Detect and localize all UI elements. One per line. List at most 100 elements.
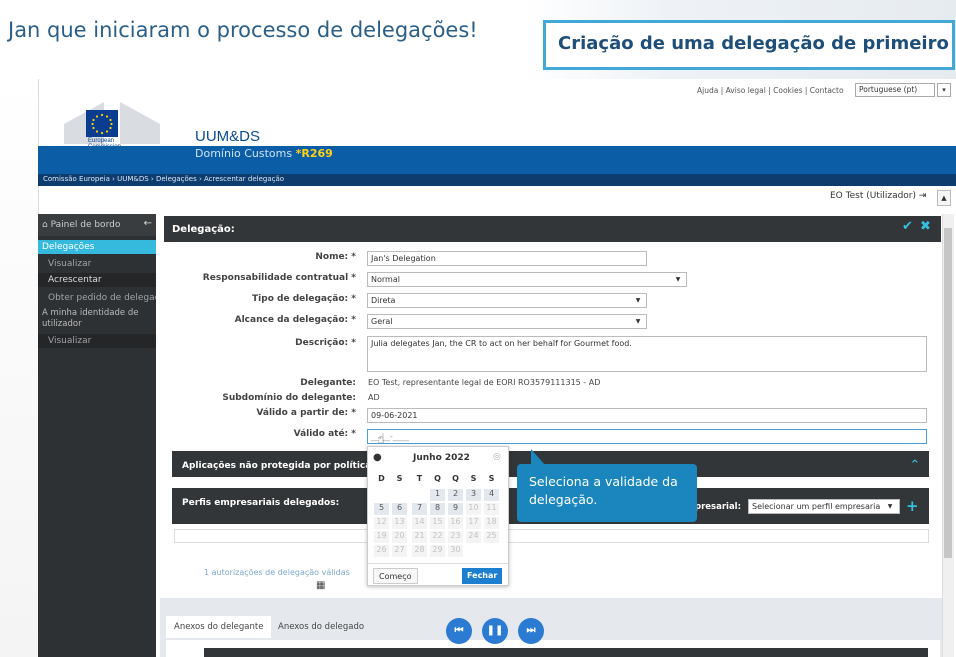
responsabilidade-dropdown-icon[interactable]: ▼: [671, 273, 685, 286]
domain-code: *R269: [295, 147, 333, 160]
calendar-day[interactable]: 23: [448, 531, 463, 543]
sidebar-item-delegacoes[interactable]: Delegações: [38, 240, 156, 254]
app-name: UUM&DS: [195, 128, 261, 145]
calendar-day[interactable]: 26: [374, 545, 389, 557]
tipo-dropdown-icon[interactable]: ▼: [631, 294, 645, 307]
slide-title-left: Jan que iniciaram o processo de delegaçõ…: [8, 18, 478, 42]
calendar-next-icon[interactable]: ◎: [493, 452, 501, 462]
language-select[interactable]: Portuguese (pt): [855, 83, 935, 97]
panel-title: Delegação:: [164, 216, 941, 242]
tipo-select[interactable]: Direta: [367, 293, 647, 308]
calendar-day[interactable]: 24: [466, 531, 481, 543]
calendar-day[interactable]: 5: [374, 503, 389, 515]
media-previous-button[interactable]: ⏮: [446, 618, 472, 644]
valido-de-label: Válido a partir de: *: [256, 408, 356, 418]
calendar-start-button[interactable]: Começo: [373, 568, 418, 584]
calendar-day[interactable]: 10: [466, 503, 481, 515]
user-name: EO Test (Utilizador): [830, 191, 917, 201]
valido-ate-label: Válido até: *: [293, 429, 356, 439]
calendar-day[interactable]: 25: [484, 531, 499, 543]
slide-title-right: Criação de uma delegação de primeiro nív…: [543, 20, 955, 70]
calendar-day[interactable]: 19: [374, 531, 389, 543]
calendar-prev-icon[interactable]: ●: [373, 452, 382, 463]
calendar-day[interactable]: 7: [412, 503, 427, 515]
confirm-icon[interactable]: ✔: [902, 219, 913, 234]
calendar-day[interactable]: 18: [484, 517, 499, 529]
tooltip-pointer: [531, 449, 545, 465]
perfil-empresarial-select[interactable]: Selecionar um perfil empresaria: [748, 499, 900, 514]
tab-anexos-delegante[interactable]: Anexos do delegante: [166, 616, 272, 638]
calendar-day[interactable]: 8: [430, 503, 445, 515]
calendar-weekday: Q: [434, 474, 441, 483]
back-arrow-icon[interactable]: ←: [144, 218, 152, 229]
sidebar-item-visualizar-identidade[interactable]: Visualizar: [38, 334, 156, 348]
language-dropdown-icon[interactable]: ▾: [937, 83, 951, 97]
calculator-icon[interactable]: ▦: [316, 580, 325, 591]
calendar-day[interactable]: 21: [412, 531, 427, 543]
perfis-title: Perfis empresariais delegados:: [182, 498, 340, 508]
media-next-button[interactable]: ⏭: [518, 618, 544, 644]
calendar-close-button[interactable]: Fechar: [462, 568, 503, 584]
calendar-day[interactable]: 4: [484, 489, 499, 501]
calendar-day[interactable]: 2: [448, 489, 463, 501]
sidebar-item-identidade[interactable]: A minha identidade de utilizador: [38, 307, 156, 333]
calendar-day[interactable]: 29: [430, 545, 445, 557]
home-icon: ⌂: [42, 220, 48, 230]
subdominio-value: AD: [368, 393, 380, 402]
calendar-weekday: D: [378, 474, 385, 483]
responsabilidade-select[interactable]: Normal: [367, 272, 687, 287]
domain-label: Domínio Customs *R269: [195, 147, 333, 160]
tab-anexos-delegado[interactable]: Anexos do delegado: [270, 616, 372, 638]
calendar-day[interactable]: 9: [448, 503, 463, 515]
perfil-dropdown-icon[interactable]: ▼: [883, 500, 897, 513]
autorizacoes-link[interactable]: 1 autorizações de delegação válidas: [204, 568, 350, 577]
calendar-day[interactable]: 17: [466, 517, 481, 529]
window-left-edge: [0, 79, 38, 657]
responsabilidade-label: Responsabilidade contratual *: [202, 273, 356, 283]
calendar-day[interactable]: 3: [466, 489, 481, 501]
sidebar-item-visualizar[interactable]: Visualizar: [38, 257, 156, 271]
valido-ate-input[interactable]: __-__-____: [367, 429, 927, 444]
calendar-day[interactable]: 20: [392, 531, 407, 543]
calendar-weekday: S: [488, 474, 495, 483]
descricao-label: Descrição: *: [295, 338, 356, 348]
nome-input[interactable]: Jan's Delegation: [367, 251, 647, 266]
close-icon[interactable]: ✖: [920, 219, 931, 234]
domain-label-text: Domínio Customs: [195, 147, 296, 160]
collapse-icon[interactable]: ^: [911, 459, 919, 470]
scrollbar-thumb[interactable]: [944, 228, 952, 558]
valido-de-input[interactable]: 09-06-2021: [367, 408, 927, 423]
alcance-select[interactable]: Geral: [367, 314, 647, 329]
add-perfil-icon[interactable]: +: [906, 497, 919, 515]
calendar-day[interactable]: 30: [448, 545, 463, 557]
tipo-label: Tipo de delegação: *: [252, 294, 356, 304]
breadcrumb[interactable]: Comissão Europeia › UUM&DS › Delegações …: [43, 175, 284, 183]
calendar-weekday: S: [470, 474, 477, 483]
calendar-day[interactable]: 13: [392, 517, 407, 529]
user-menu[interactable]: EO Test (Utilizador) ⇥: [830, 191, 926, 201]
calendar-day[interactable]: 11: [484, 503, 499, 515]
domain-band: [38, 146, 956, 174]
attachments-table-header: [204, 648, 928, 657]
sidebar-item-obter-pedido[interactable]: Obter pedido de delegação: [38, 291, 156, 305]
calendar-day[interactable]: 1: [430, 489, 445, 501]
alcance-dropdown-icon[interactable]: ▼: [631, 315, 645, 328]
sidebar-item-acrescentar[interactable]: Acrescentar: [38, 273, 156, 287]
scroll-up-button[interactable]: ▲: [937, 190, 951, 206]
delegante-label: Delegante:: [300, 378, 356, 388]
alcance-label: Alcance da delegação: *: [234, 315, 356, 325]
calendar-day[interactable]: 14: [412, 517, 427, 529]
descricao-textarea[interactable]: Julia delegates Jan, the CR to act on he…: [367, 336, 927, 372]
calendar-day[interactable]: 27: [392, 545, 407, 557]
calendar-weekday: Q: [452, 474, 459, 483]
calendar-day[interactable]: 6: [392, 503, 407, 515]
media-pause-button[interactable]: ❚❚: [482, 618, 508, 644]
calendar-day[interactable]: 22: [430, 531, 445, 543]
top-links[interactable]: Ajuda | Aviso legal | Cookies | Contacto: [697, 86, 844, 95]
logout-icon[interactable]: ⇥: [919, 191, 927, 201]
calendar-day[interactable]: 28: [412, 545, 427, 557]
calendar-day[interactable]: 15: [430, 517, 445, 529]
sidebar-header[interactable]: ⌂ Painel de bordo ←: [38, 214, 156, 236]
calendar-day[interactable]: 16: [448, 517, 463, 529]
calendar-day[interactable]: 12: [374, 517, 389, 529]
